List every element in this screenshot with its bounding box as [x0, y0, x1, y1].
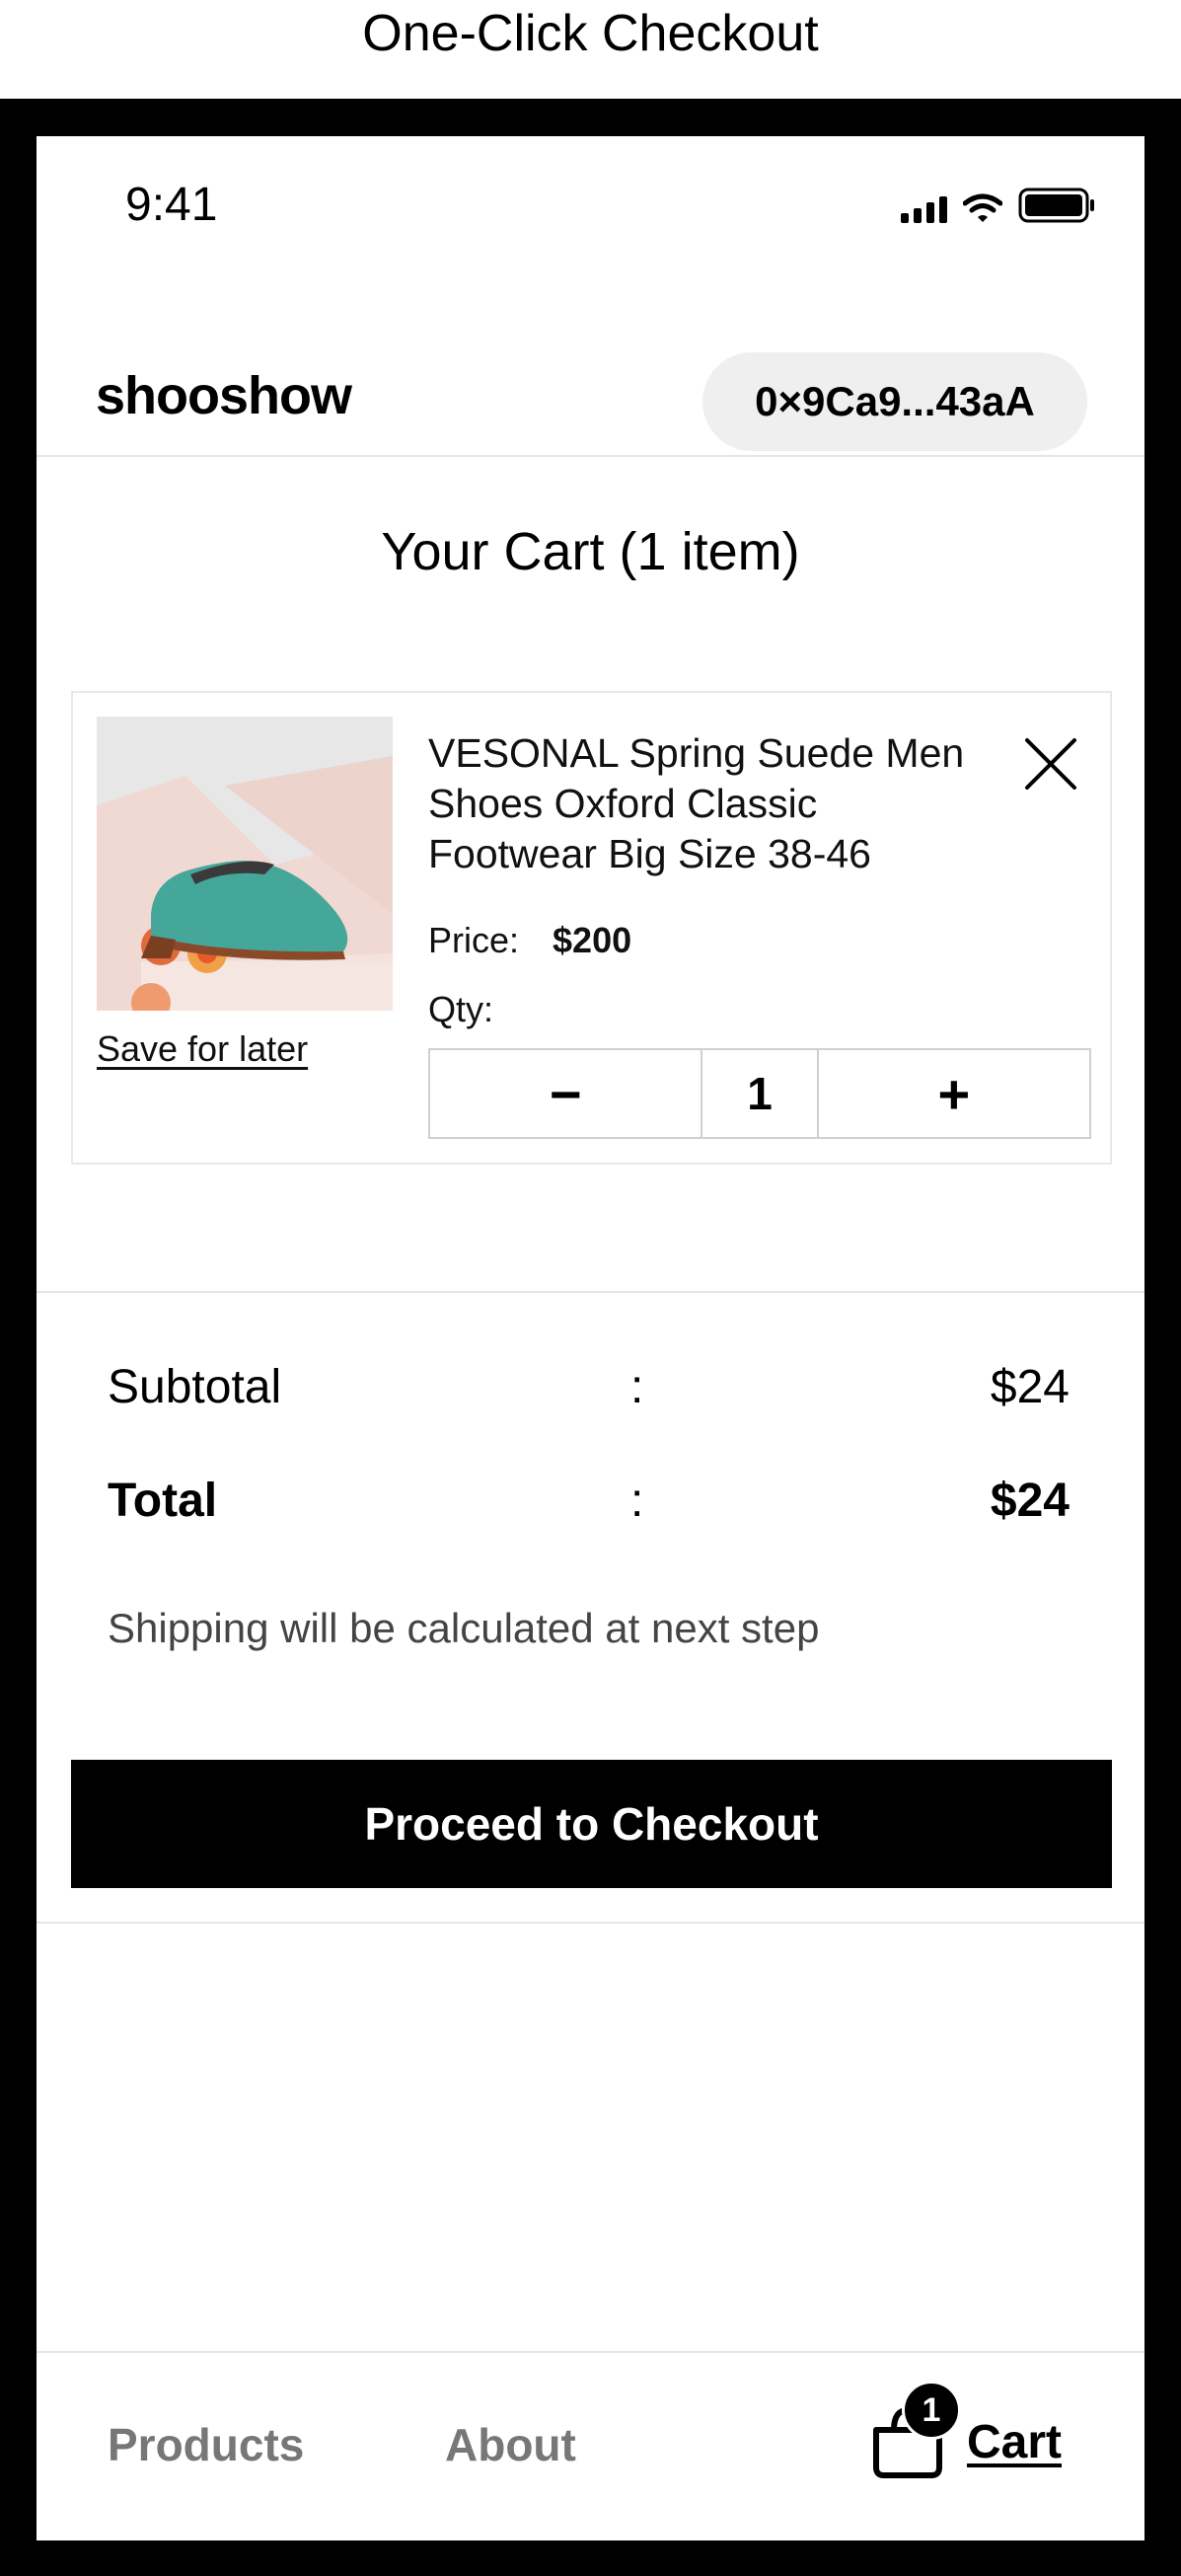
nav-cart[interactable]: 1 Cart	[868, 2381, 1062, 2481]
status-icons	[901, 188, 1097, 223]
app-header: shooshow 0×9Ca9...43aA	[37, 316, 1144, 454]
subtotal-row: Subtotal : $24	[108, 1360, 1070, 1429]
cart-count-badge: 1	[901, 2381, 961, 2440]
nav-about[interactable]: About	[445, 2418, 576, 2471]
signal-icon	[901, 195, 947, 223]
total-value: $24	[990, 1475, 1070, 1527]
summary-divider	[37, 1291, 1144, 1293]
product-image[interactable]	[97, 717, 393, 1011]
increment-button[interactable]: +	[819, 1050, 1089, 1137]
qty-label: Qty:	[428, 989, 494, 1029]
close-icon	[1025, 738, 1076, 790]
nav-products[interactable]: Products	[108, 2418, 304, 2471]
save-for-later-link[interactable]: Save for later	[97, 1028, 308, 1070]
header-divider	[37, 455, 1144, 457]
page-caption: One-Click Checkout	[0, 0, 1181, 99]
cart-title: Your Cart (1 item)	[381, 522, 800, 581]
subtotal-value: $24	[990, 1361, 1070, 1413]
battery-icon	[1018, 188, 1097, 223]
cart-item: Save for later VESONAL Spring Suede Men …	[71, 691, 1112, 1165]
brand-logo[interactable]: shooshow	[96, 365, 352, 426]
quantity-value[interactable]: 1	[701, 1050, 819, 1137]
shipping-note: Shipping will be calculated at next step	[108, 1605, 820, 1651]
remove-item-button[interactable]	[1023, 736, 1078, 792]
phone-screen: 9:41 shooshow 0×9Ca9...43aA Your Cart (1…	[37, 136, 1144, 2540]
bottom-nav: Products About 1 Cart	[37, 2351, 1144, 2540]
decrement-button[interactable]: −	[430, 1050, 701, 1137]
wifi-icon	[963, 193, 1002, 223]
price-value: $200	[553, 920, 632, 960]
nav-cart-label[interactable]: Cart	[967, 2415, 1062, 2469]
subtotal-label: Subtotal	[108, 1361, 282, 1413]
status-time: 9:41	[125, 179, 218, 231]
quantity-stepper: − 1 +	[428, 1048, 1091, 1139]
wallet-address-button[interactable]: 0×9Ca9...43aA	[702, 352, 1087, 451]
total-label: Total	[108, 1475, 218, 1527]
price-row: Price: $200	[428, 920, 631, 961]
product-title[interactable]: VESONAL Spring Suede Men Shoes Oxford Cl…	[428, 728, 981, 879]
total-colon: :	[630, 1475, 644, 1527]
subtotal-colon: :	[630, 1361, 644, 1413]
shopping-bag-icon: 1	[868, 2381, 961, 2481]
price-label: Price:	[428, 920, 520, 960]
checkout-divider	[37, 1922, 1144, 1924]
proceed-to-checkout-button[interactable]: Proceed to Checkout	[71, 1760, 1112, 1888]
total-row: Total : $24	[108, 1474, 1070, 1543]
